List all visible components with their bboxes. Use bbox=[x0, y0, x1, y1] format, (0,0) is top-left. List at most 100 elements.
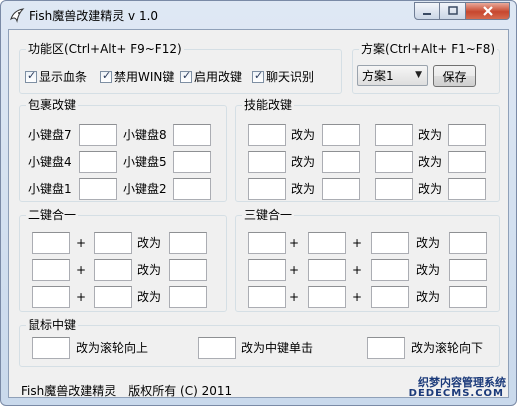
change-to-label: 改为 bbox=[291, 155, 316, 169]
skill-from-input-3[interactable] bbox=[248, 151, 286, 173]
scroll-up-label: 改为滚轮向上 bbox=[76, 341, 149, 355]
slot-input-numpad2[interactable] bbox=[173, 178, 211, 200]
checkbox-box: ✓ bbox=[252, 68, 264, 83]
combo2-key2-input-1[interactable] bbox=[94, 232, 132, 254]
window-controls bbox=[414, 2, 510, 20]
checkbox-show-hp-bar[interactable]: ✓ 显示血条 bbox=[25, 68, 87, 85]
checkbox-box: ✓ bbox=[180, 68, 192, 83]
scheme-selected-value: 方案1 bbox=[362, 69, 394, 83]
slot-input-numpad4[interactable] bbox=[79, 151, 117, 173]
function-area-title: 功能区(Ctrl+Alt+ F9~F12) bbox=[26, 42, 184, 56]
combo3-key1-input-3[interactable] bbox=[248, 286, 286, 308]
title-bar[interactable]: Fish魔兽改建精灵 v 1.0 bbox=[1, 1, 516, 29]
change-to-label: 改为 bbox=[137, 236, 162, 250]
combo2-result-input-2[interactable] bbox=[169, 259, 207, 281]
combo3-key3-input-3[interactable] bbox=[371, 286, 409, 308]
combo2-key2-input-3[interactable] bbox=[94, 286, 132, 308]
maximize-icon bbox=[447, 6, 458, 15]
change-to-label: 改为 bbox=[418, 155, 443, 169]
client-area: 功能区(Ctrl+Alt+ F9~F12) ✓ 显示血条 ✓ 禁用WIN键 ✓ … bbox=[8, 29, 509, 399]
skill-from-input-1[interactable] bbox=[248, 124, 286, 146]
change-to-label: 改为 bbox=[291, 182, 316, 196]
combo3-result-input-1[interactable] bbox=[449, 232, 487, 254]
combo3-key2-input-1[interactable] bbox=[308, 232, 346, 254]
plus-label: + bbox=[352, 290, 363, 304]
change-to-label: 改为 bbox=[137, 263, 162, 277]
fish-app-icon bbox=[10, 8, 25, 23]
combo3-key2-input-2[interactable] bbox=[308, 259, 346, 281]
minimize-icon bbox=[423, 13, 431, 15]
change-to-label: 改为 bbox=[416, 236, 441, 250]
scroll-down-input[interactable] bbox=[367, 337, 405, 359]
two-key-combo-group: 二键合一 + 改为 + 改为 + 改为 bbox=[19, 208, 227, 312]
scheme-group: 方案(Ctrl+Alt+ F1~F8) 方案1 ▼ 保存 bbox=[352, 42, 500, 94]
scheme-title: 方案(Ctrl+Alt+ F1~F8) bbox=[359, 42, 498, 56]
change-to-label: 改为 bbox=[416, 290, 441, 304]
minimize-button[interactable] bbox=[414, 2, 440, 20]
combo2-result-input-3[interactable] bbox=[169, 286, 207, 308]
slot-label-numpad1: 小键盘1 bbox=[28, 182, 72, 196]
checkbox-enable-remap[interactable]: ✓ 启用改键 bbox=[180, 68, 242, 85]
combo3-key3-input-1[interactable] bbox=[371, 232, 409, 254]
skill-to-input-3[interactable] bbox=[322, 151, 360, 173]
combo2-key1-input-3[interactable] bbox=[32, 286, 70, 308]
maximize-button[interactable] bbox=[440, 2, 466, 20]
skill-to-input-6[interactable] bbox=[448, 178, 486, 200]
combo2-key1-input-1[interactable] bbox=[32, 232, 70, 254]
skill-to-input-5[interactable] bbox=[322, 178, 360, 200]
checkbox-label: 显示血条 bbox=[39, 70, 88, 84]
three-key-combo-group: 三键合一 + + 改为 + + 改为 + + 改为 bbox=[235, 208, 500, 312]
plus-label: + bbox=[289, 236, 300, 250]
plus-label: + bbox=[289, 263, 300, 277]
combo3-key1-input-1[interactable] bbox=[248, 232, 286, 254]
checkbox-label: 聊天识别 bbox=[266, 70, 315, 84]
slot-input-numpad7[interactable] bbox=[79, 124, 117, 146]
watermark-line2: DEDECMS.COM bbox=[408, 388, 504, 399]
checkmark-icon: ✓ bbox=[27, 68, 37, 82]
two-key-combo-title: 二键合一 bbox=[26, 208, 79, 222]
checkbox-disable-win-key[interactable]: ✓ 禁用WIN键 bbox=[100, 68, 174, 85]
plus-label: + bbox=[76, 236, 87, 250]
plus-label: + bbox=[76, 290, 87, 304]
slot-input-numpad1[interactable] bbox=[79, 178, 117, 200]
plus-label: + bbox=[352, 236, 363, 250]
inventory-remap-title: 包裹改键 bbox=[26, 98, 79, 112]
middle-click-input[interactable] bbox=[198, 337, 236, 359]
close-button[interactable] bbox=[466, 2, 510, 20]
skill-to-input-4[interactable] bbox=[448, 151, 486, 173]
plus-label: + bbox=[289, 290, 300, 304]
checkbox-label: 禁用WIN键 bbox=[114, 70, 175, 84]
checkbox-label: 启用改键 bbox=[194, 70, 243, 84]
change-to-label: 改为 bbox=[137, 290, 162, 304]
skill-from-input-6[interactable] bbox=[375, 178, 413, 200]
skill-from-input-4[interactable] bbox=[375, 151, 413, 173]
checkmark-icon: ✓ bbox=[102, 68, 112, 82]
skill-from-input-5[interactable] bbox=[248, 178, 286, 200]
combo3-result-input-2[interactable] bbox=[449, 259, 487, 281]
combo2-result-input-1[interactable] bbox=[169, 232, 207, 254]
checkmark-icon: ✓ bbox=[182, 68, 192, 82]
skill-to-input-2[interactable] bbox=[448, 124, 486, 146]
close-icon bbox=[482, 6, 493, 16]
combo3-key2-input-3[interactable] bbox=[308, 286, 346, 308]
middle-click-label: 改为中键单击 bbox=[241, 341, 314, 355]
save-button[interactable]: 保存 bbox=[433, 65, 476, 87]
slot-input-numpad5[interactable] bbox=[173, 151, 211, 173]
skill-from-input-2[interactable] bbox=[375, 124, 413, 146]
change-to-label: 改为 bbox=[416, 263, 441, 277]
slot-label-numpad8: 小键盘8 bbox=[123, 128, 167, 142]
scheme-select[interactable]: 方案1 ▼ bbox=[357, 65, 428, 86]
combo2-key2-input-2[interactable] bbox=[94, 259, 132, 281]
checkbox-chat-detect[interactable]: ✓ 聊天识别 bbox=[252, 68, 314, 85]
combo3-key3-input-2[interactable] bbox=[371, 259, 409, 281]
slot-input-numpad8[interactable] bbox=[173, 124, 211, 146]
combo3-result-input-3[interactable] bbox=[449, 286, 487, 308]
combo3-key1-input-2[interactable] bbox=[248, 259, 286, 281]
combo2-key1-input-2[interactable] bbox=[32, 259, 70, 281]
skill-to-input-1[interactable] bbox=[322, 124, 360, 146]
change-to-label: 改为 bbox=[291, 128, 316, 142]
mouse-middle-group: 鼠标中键 改为滚轮向上 改为中键单击 改为滚轮向下 bbox=[19, 318, 500, 367]
checkbox-box: ✓ bbox=[100, 68, 112, 83]
checkmark-icon: ✓ bbox=[254, 68, 264, 82]
scroll-up-input[interactable] bbox=[32, 337, 70, 359]
